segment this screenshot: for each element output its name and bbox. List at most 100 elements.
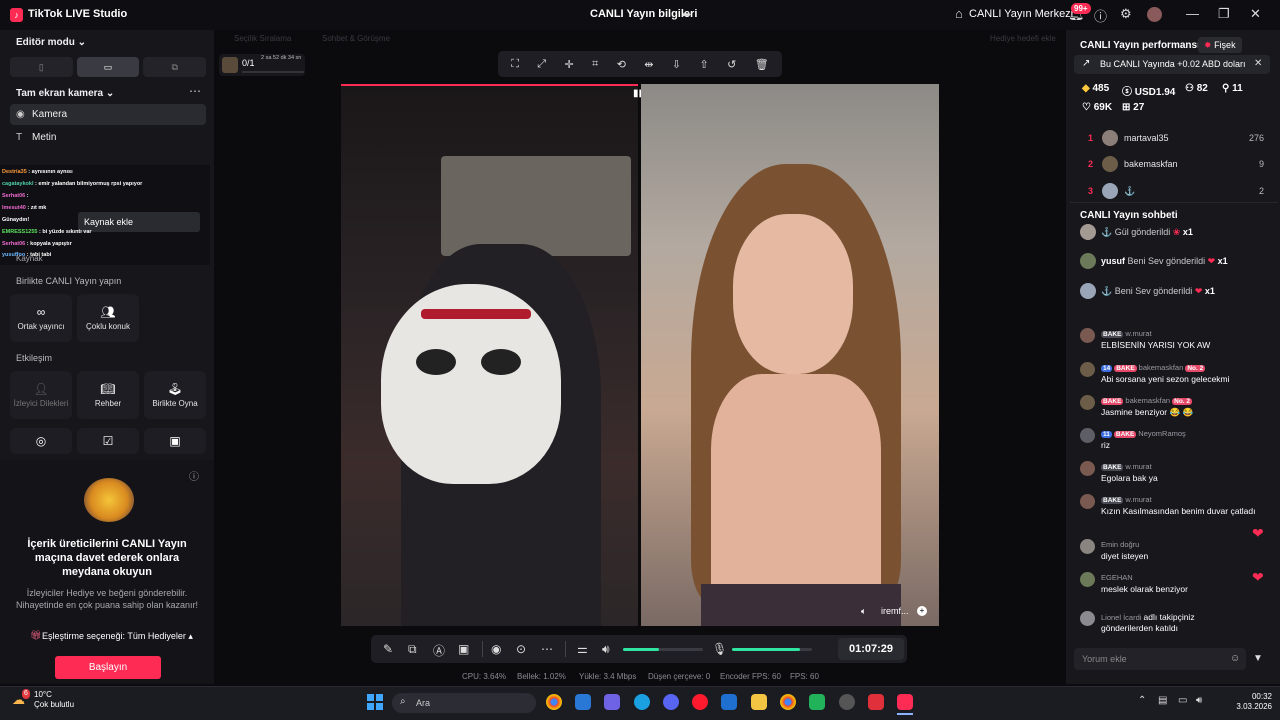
fisek-button[interactable]: ✸ Fişek (1198, 37, 1242, 53)
add-user-icon: ⚲ (1222, 83, 1230, 94)
chevron-up-icon[interactable]: ⌃ (1138, 695, 1146, 706)
mixer-icon[interactable]: ⚌ (577, 642, 588, 656)
multi-guest-button[interactable]: 👥︎ Çoklu konuk (77, 294, 139, 342)
expand-icon[interactable]: ⤢ (537, 58, 546, 71)
match-counter: 0/1 (242, 58, 255, 68)
home-icon[interactable]: ⌂ (955, 6, 963, 21)
portrait-mode-button[interactable]: ▯ (10, 57, 73, 77)
gear-icon[interactable]: ⚙ (1120, 6, 1132, 22)
mail-icon[interactable] (721, 694, 737, 710)
help-icon[interactable]: ⓘ (1094, 6, 1107, 25)
close-icon[interactable]: ✕ (1250, 6, 1261, 22)
more-options-icon[interactable]: ⋯ (189, 84, 201, 98)
other-mode-button[interactable]: ⧉ (143, 57, 207, 77)
speaker-icon[interactable]: 🔈︎ (861, 606, 866, 617)
screen-icon[interactable]: ▣ (458, 642, 469, 656)
volume-slider[interactable] (623, 648, 703, 651)
guest-add-icon[interactable]: + (917, 606, 927, 616)
ranking-row[interactable]: 3 ⚓ 2 (1080, 182, 1264, 202)
more-icon[interactable]: ⋯ (541, 642, 553, 656)
center-icon[interactable]: ✛ (564, 58, 573, 71)
windows-start-icon[interactable] (367, 694, 383, 710)
fit-icon[interactable]: ⛶ (511, 58, 519, 71)
mask-eye (416, 349, 456, 375)
delete-icon[interactable]: 🗑︎ (755, 58, 769, 71)
avatar (1080, 572, 1095, 587)
landscape-mode-button[interactable]: ▭ (76, 57, 140, 77)
box-icon: ▣ (169, 434, 181, 448)
avatar (1080, 539, 1095, 554)
tiktok-studio-icon[interactable] (897, 694, 913, 710)
speaker-icon[interactable]: 🔊︎ (1196, 695, 1202, 706)
viewer-requests-button[interactable]: 👤︎ İzleyici Dilekleri (10, 371, 72, 419)
undo-icon[interactable]: ↺ (727, 58, 736, 71)
app-icon[interactable] (839, 694, 855, 710)
cpu-stat: CPU: 3.64% (462, 672, 507, 681)
interaction-tile[interactable]: ☑ (77, 428, 139, 454)
match-option-selector[interactable]: Eşleştirme seçeneği: Tüm Hediyeler ▴ (42, 631, 193, 642)
share-icon[interactable]: ➦ (682, 8, 691, 21)
taskbar-search[interactable]: Ara (392, 693, 536, 713)
play-together-button[interactable]: 🕹︎ Birlikte Oyna (144, 371, 206, 419)
chrome-icon[interactable] (546, 694, 562, 710)
system-clock[interactable]: 00:32 3.03.2026 (1232, 692, 1272, 712)
co-host-button[interactable]: ∞ Ortak yayıncı (10, 294, 72, 342)
capture-icon[interactable]: ⊙ (516, 642, 526, 656)
guest-top (701, 584, 901, 626)
close-banner-icon[interactable]: ✕ (1254, 58, 1262, 69)
network-icon[interactable]: ▭ (1178, 695, 1187, 706)
source-text[interactable]: T Metin (10, 127, 206, 148)
guide-button[interactable]: 📖︎ Rehber (77, 371, 139, 419)
weather-widget[interactable]: 10°C Çok bulutlu (34, 690, 74, 710)
faded-tab: Seçilik Sıralama (234, 34, 292, 43)
edge-icon[interactable] (634, 694, 650, 710)
avatar[interactable] (1147, 7, 1162, 22)
whatsapp-icon[interactable] (809, 694, 825, 710)
magic-wand-icon[interactable]: ✎ (383, 642, 393, 656)
crop-icon[interactable]: ⌗ (592, 58, 598, 71)
record-icon[interactable]: ◉ (491, 642, 501, 656)
interaction-tile[interactable]: ▣ (144, 428, 206, 454)
discord-icon[interactable] (663, 694, 679, 710)
mic-slider[interactable] (732, 648, 812, 651)
ai-icon[interactable]: Ⓐ (433, 642, 445, 659)
chrome-icon[interactable] (780, 694, 796, 710)
memory-stat: Bellek: 1.02% (517, 672, 566, 681)
interaction-tile[interactable]: ◎ (10, 428, 72, 454)
emoji-icon[interactable]: ☺ (1230, 653, 1240, 664)
comment-input[interactable]: Yorum ekle (1074, 648, 1246, 670)
upload-stat: Yükle: 3.4 Mbps (579, 672, 637, 681)
ranking-row[interactable]: 1 martaval35 276 (1080, 129, 1264, 149)
live-center-link[interactable]: CANLI Yayın Merkezi (969, 8, 1073, 20)
flip-icon[interactable]: ⇹ (644, 58, 653, 71)
followers-stat: ⚲ 11 (1222, 83, 1243, 94)
start-battle-button[interactable]: Başlayın (55, 656, 161, 679)
ranking-row[interactable]: 2 bakemaskfan 9 (1080, 155, 1264, 175)
maximize-icon[interactable]: ❐ (1218, 6, 1230, 22)
rotate-icon[interactable]: ⟲ (617, 58, 626, 71)
anchor-icon: ⚓ (1101, 286, 1113, 296)
filter-icon[interactable]: ▼ (1253, 653, 1263, 664)
store-icon[interactable] (575, 694, 591, 710)
minimize-icon[interactable]: — (1186, 6, 1199, 21)
folder-icon[interactable] (751, 694, 767, 710)
layer-down-icon[interactable]: ⇩ (672, 58, 681, 71)
teams-icon[interactable] (604, 694, 620, 710)
scene-selector[interactable]: Tam ekran kamera ⌄ (16, 88, 114, 99)
layer-up-icon[interactable]: ⇧ (700, 58, 709, 71)
camera-icon: ◉ (16, 109, 25, 120)
volume-icon[interactable]: 🔊︎ (602, 642, 610, 657)
add-source-button[interactable]: Kaynak ekle (78, 212, 200, 232)
editor-mode-label[interactable]: Editör modu ⌄ (16, 37, 86, 48)
help-icon[interactable]: ⓘ (189, 468, 199, 483)
microphone-icon[interactable]: 🎙︎ (712, 642, 727, 656)
source-camera[interactable]: ◉ Kamera (10, 104, 206, 125)
likes-stat: ♡ 69K (1082, 102, 1113, 113)
app-tray-icon[interactable]: ▤ (1158, 695, 1167, 706)
youtube-icon[interactable] (868, 694, 884, 710)
layout-icon[interactable]: ⧉ (408, 642, 417, 657)
avatar (1080, 494, 1095, 509)
transform-toolbar: ⛶ ⤢ ✛ ⌗ ⟲ ⇹ ⇩ ⇧ ↺ 🗑︎ (498, 51, 782, 77)
heart-icon: ♡ (1082, 102, 1091, 113)
opera-icon[interactable] (692, 694, 708, 710)
